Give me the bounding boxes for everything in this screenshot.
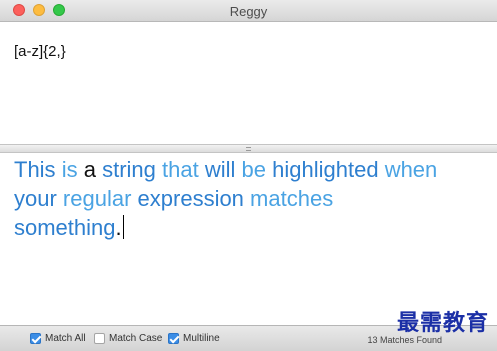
match-case-option[interactable]: Match Case bbox=[94, 333, 162, 344]
pane-splitter[interactable] bbox=[0, 144, 497, 153]
watermark-logo: 最需教育 bbox=[396, 310, 489, 336]
multiline-label: Multiline bbox=[183, 333, 220, 344]
regex-pane[interactable]: [a-z]{2,} bbox=[0, 23, 497, 144]
multiline-checkbox[interactable] bbox=[168, 333, 179, 344]
sample-text[interactable]: This is a string that will be highlighte… bbox=[14, 155, 484, 242]
regex-input[interactable]: [a-z]{2,} bbox=[14, 43, 66, 60]
match-highlight: regular bbox=[62, 186, 132, 211]
match-highlight: will bbox=[204, 157, 236, 182]
text-caret bbox=[122, 215, 124, 239]
sample-line-1: This is a string that will be highlighte… bbox=[14, 155, 484, 184]
match-case-checkbox[interactable] bbox=[94, 333, 105, 344]
match-highlight: expression bbox=[137, 186, 244, 211]
match-highlight: This bbox=[14, 157, 56, 182]
match-highlight: is bbox=[61, 157, 78, 182]
match-highlight: your bbox=[14, 186, 57, 211]
match-highlight: matches bbox=[250, 186, 334, 211]
title-bar: Reggy bbox=[0, 0, 497, 22]
match-highlight: be bbox=[241, 157, 266, 182]
sample-line-2: your regular expression matches bbox=[14, 184, 484, 213]
sample-line-3: something. bbox=[14, 213, 484, 242]
window-title: Reggy bbox=[229, 4, 268, 19]
splitter-grip-icon[interactable] bbox=[246, 147, 251, 151]
sample-text-token: . bbox=[115, 215, 122, 240]
match-highlight: something bbox=[14, 215, 116, 240]
match-highlight: highlighted bbox=[272, 157, 379, 182]
match-all-option[interactable]: Match All bbox=[30, 333, 86, 344]
match-highlight: when bbox=[384, 157, 438, 182]
multiline-option[interactable]: Multiline bbox=[168, 333, 220, 344]
match-case-label: Match Case bbox=[109, 333, 163, 344]
match-all-label: Match All bbox=[45, 333, 86, 344]
match-highlight: string bbox=[102, 157, 156, 182]
match-all-checkbox[interactable] bbox=[30, 333, 41, 344]
sample-text-token: a bbox=[83, 157, 96, 182]
match-highlight: that bbox=[162, 157, 199, 182]
sample-text-pane[interactable]: This is a string that will be highlighte… bbox=[0, 153, 497, 325]
